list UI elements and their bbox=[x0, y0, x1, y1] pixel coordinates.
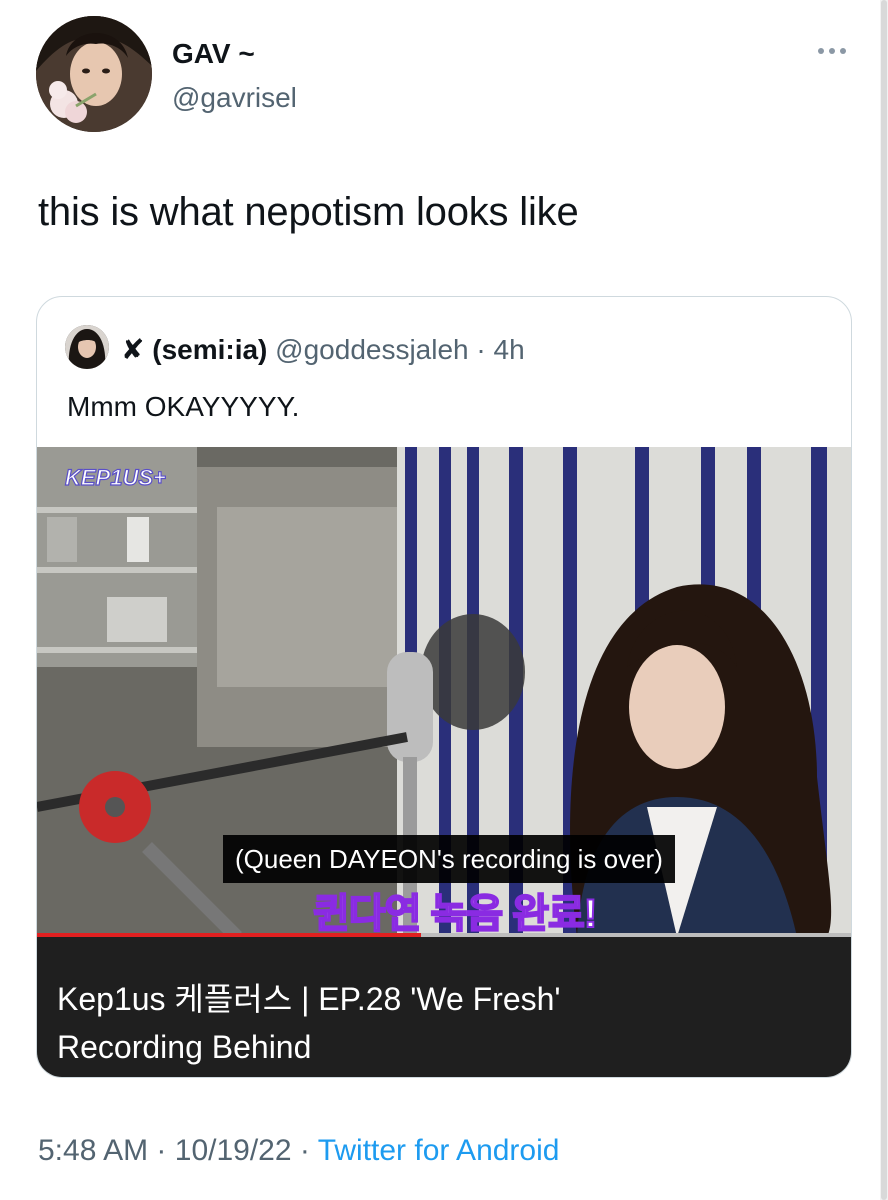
author-avatar[interactable] bbox=[36, 16, 152, 132]
meta-separator-1: · bbox=[156, 1134, 167, 1167]
quoted-separator: · bbox=[476, 334, 486, 365]
quoted-tweet-card[interactable]: ✘ (semi:ia) @goddessjaleh · 4h Mmm OKAYY… bbox=[36, 296, 852, 1078]
author-name[interactable]: GAV ~ bbox=[172, 38, 255, 70]
meta-separator-2: · bbox=[299, 1134, 310, 1167]
video-title-box[interactable]: Kep1us 케플러스 | EP.28 'We Fresh' Recording… bbox=[37, 937, 851, 1077]
quoted-author-handle[interactable]: @goddessjaleh bbox=[275, 334, 468, 365]
more-icon bbox=[818, 48, 824, 54]
video-thumbnail[interactable]: KEP1US+ (Queen DAYEON's recording is ove… bbox=[37, 447, 851, 937]
subtitle-english: (Queen DAYEON's recording is over) bbox=[223, 835, 675, 883]
video-title-line-2: Recording Behind bbox=[57, 1029, 312, 1065]
scrollbar-track[interactable] bbox=[880, 0, 888, 1200]
tweet-time[interactable]: 5:48 AM bbox=[38, 1134, 148, 1167]
more-icon-dot-3 bbox=[840, 48, 846, 54]
tweet-date[interactable]: 10/19/22 bbox=[175, 1134, 292, 1167]
quoted-text: Mmm OKAYYYYY. bbox=[67, 391, 300, 422]
author-handle[interactable]: @gavrisel bbox=[172, 82, 297, 114]
scrollbar-thumb[interactable] bbox=[881, 0, 887, 1200]
channel-logo: KEP1US+ bbox=[64, 464, 166, 490]
quoted-author-name[interactable]: ✘ (semi:ia) bbox=[121, 334, 267, 365]
tweet-text: this is what nepotism looks like bbox=[38, 190, 579, 234]
more-icon-dot-2 bbox=[829, 48, 835, 54]
more-options-button[interactable] bbox=[810, 36, 854, 66]
subtitle-korean: 퀸다연 녹음 완료! bbox=[312, 891, 598, 937]
quoted-time: 4h bbox=[493, 334, 525, 365]
tweet-source-link[interactable]: Twitter for Android bbox=[318, 1134, 560, 1167]
quoted-author-avatar[interactable] bbox=[65, 325, 109, 369]
video-title-line-1: Kep1us 케플러스 | EP.28 'We Fresh' bbox=[57, 981, 561, 1017]
quoted-header: ✘ (semi:ia) @goddessjaleh · 4h bbox=[121, 333, 525, 366]
tweet-meta: 5:48 AM · 10/19/22 · Twitter for Android bbox=[38, 1134, 559, 1168]
